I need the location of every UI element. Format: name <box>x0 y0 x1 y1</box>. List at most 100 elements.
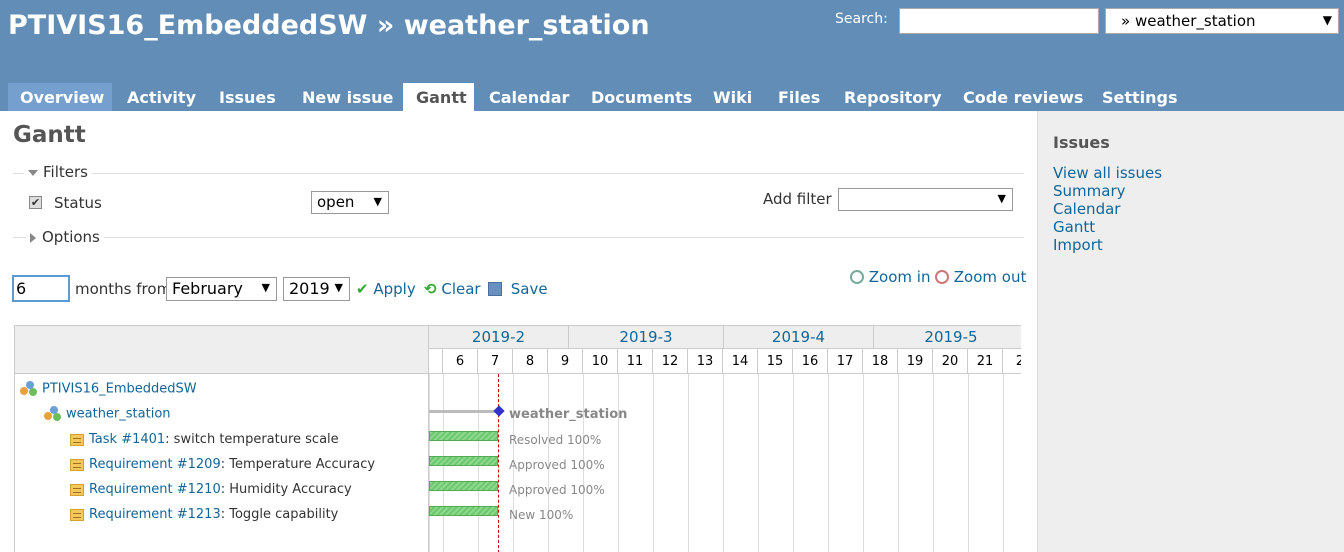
add-filter-select[interactable]: ▼ <box>838 188 1013 211</box>
apply-label: Apply <box>373 280 416 298</box>
sidebar-link-import[interactable]: Import <box>1053 236 1162 254</box>
zoom-in-label: Zoom in <box>868 268 931 286</box>
tab-settings[interactable]: Settings <box>1102 83 1178 111</box>
issue-subject: : switch temperature scale <box>165 432 339 447</box>
filters-divider <box>13 173 1024 174</box>
issue-link[interactable]: Task #1401 <box>89 432 165 447</box>
tab-new-issue[interactable]: New issue <box>302 83 393 111</box>
gantt-issue-status: New 100% <box>509 508 574 522</box>
project-jump-value: » weather_station <box>1121 12 1256 30</box>
zoom-in-button[interactable]: Zoom in <box>850 268 930 286</box>
year-value: 2019 <box>289 279 330 298</box>
gantt-row-version: weather_station <box>44 406 171 422</box>
options-legend[interactable]: Options <box>26 228 104 246</box>
gantt-month-header[interactable]: 2019-4 <box>724 326 874 349</box>
tab-documents[interactable]: Documents <box>591 83 692 111</box>
zoom-out-button[interactable]: Zoom out <box>935 268 1026 286</box>
search-input[interactable] <box>899 8 1099 34</box>
issue-icon <box>70 483 84 496</box>
gantt-grid-line <box>618 374 619 552</box>
gantt-week-header: 8 <box>513 349 548 374</box>
save-icon <box>488 282 502 296</box>
gantt-row-project: PTIVIS16_EmbeddedSW <box>20 381 197 397</box>
sidebar: Issues View all issues Summary Calendar … <box>1037 111 1344 552</box>
apply-button[interactable]: ✔ Apply <box>356 280 416 298</box>
tab-files[interactable]: Files <box>778 83 820 111</box>
tab-code-reviews[interactable]: Code reviews <box>963 83 1083 111</box>
options-legend-label: Options <box>42 228 100 246</box>
zoom-out-icon <box>935 270 949 284</box>
checkmark-icon: ✔ <box>356 280 369 298</box>
gantt-issue-status: Approved 100% <box>509 458 605 472</box>
gantt-issue-bar[interactable] <box>429 506 498 516</box>
project-link[interactable]: PTIVIS16_EmbeddedSW <box>42 382 197 397</box>
gantt-issue-bar[interactable] <box>429 456 498 466</box>
sidebar-link-gantt[interactable]: Gantt <box>1053 218 1162 236</box>
sidebar-link-view-all-issues[interactable]: View all issues <box>1053 164 1162 182</box>
gantt-grid-line <box>933 374 934 552</box>
sidebar-link-summary[interactable]: Summary <box>1053 182 1162 200</box>
issue-icon <box>70 508 84 521</box>
gantt-week-header: 10 <box>583 349 618 374</box>
project-jump-select[interactable]: » weather_station ▼ <box>1105 8 1339 34</box>
gantt-week-header: 19 <box>898 349 933 374</box>
gantt-week-header: 17 <box>828 349 863 374</box>
gantt-grid-line <box>688 374 689 552</box>
issue-link[interactable]: Requirement #1210 <box>89 482 221 497</box>
tab-activity[interactable]: Activity <box>127 83 196 111</box>
filters-legend[interactable]: Filters <box>24 163 92 181</box>
gantt-week-padding <box>429 349 443 374</box>
gantt-issue-status: Approved 100% <box>509 483 605 497</box>
gantt-timeline: 2019-2 2019-3 2019-4 2019-5 6 7 8 9 10 1… <box>429 325 1021 552</box>
gantt-week-header: 2 <box>1003 349 1021 374</box>
tab-overview[interactable]: Overview <box>8 83 112 111</box>
gantt-version-bar[interactable] <box>429 410 495 413</box>
version-link[interactable]: weather_station <box>66 407 171 422</box>
year-select[interactable]: 2019 ▼ <box>283 277 350 301</box>
tab-wiki[interactable]: Wiki <box>713 83 752 111</box>
tab-repository[interactable]: Repository <box>844 83 942 111</box>
gantt-month-header[interactable]: 2019-3 <box>569 326 724 349</box>
chevron-down-icon: ▼ <box>334 281 343 294</box>
gantt-week-header: 6 <box>443 349 478 374</box>
expand-arrow-icon <box>30 232 36 243</box>
search-label: Search: <box>835 11 888 27</box>
milestone-diamond-icon <box>493 405 505 417</box>
project-icon <box>20 381 38 397</box>
status-operator-select[interactable]: open ▼ <box>311 191 389 214</box>
months-input[interactable]: 6 <box>12 275 70 302</box>
gantt-month-header[interactable]: 2019-5 <box>874 326 1021 349</box>
save-button[interactable]: Save <box>488 280 548 298</box>
project-title[interactable]: PTIVIS16_EmbeddedSW » weather_station <box>8 10 650 41</box>
gantt-issue-status: Resolved 100% <box>509 433 602 447</box>
tab-issues[interactable]: Issues <box>219 83 276 111</box>
gantt-grid-line <box>758 374 759 552</box>
gantt-week-header: 12 <box>653 349 688 374</box>
gantt-issue-bar[interactable] <box>429 431 498 441</box>
gantt-grid-line <box>863 374 864 552</box>
gantt-grid-line <box>1003 374 1004 552</box>
gantt-month-header[interactable]: 2019-2 <box>429 326 569 349</box>
gantt-week-header: 14 <box>723 349 758 374</box>
month-value: February <box>172 279 243 298</box>
issue-subject: : Humidity Accuracy <box>220 482 352 497</box>
chevron-down-icon: ▼ <box>997 192 1006 205</box>
reload-icon: ⟲ <box>424 280 437 298</box>
options-divider <box>13 237 1024 238</box>
gantt-grid-line <box>793 374 794 552</box>
gantt-grid-line <box>723 374 724 552</box>
sidebar-link-calendar[interactable]: Calendar <box>1053 200 1162 218</box>
issue-link[interactable]: Requirement #1213 <box>89 507 221 522</box>
issue-icon <box>70 433 84 446</box>
gantt-grid-line <box>968 374 969 552</box>
issue-link[interactable]: Requirement #1209 <box>89 457 221 472</box>
tab-calendar[interactable]: Calendar <box>489 83 569 111</box>
tab-gantt[interactable]: Gantt <box>403 83 474 111</box>
status-checkbox[interactable]: ✔ <box>29 196 42 209</box>
months-from-label: months from <box>75 280 172 298</box>
clear-button[interactable]: ⟲ Clear <box>424 280 481 298</box>
gantt-grid-line <box>653 374 654 552</box>
gantt-week-header: 15 <box>758 349 793 374</box>
month-select[interactable]: February ▼ <box>166 277 277 301</box>
gantt-issue-bar[interactable] <box>429 481 498 491</box>
